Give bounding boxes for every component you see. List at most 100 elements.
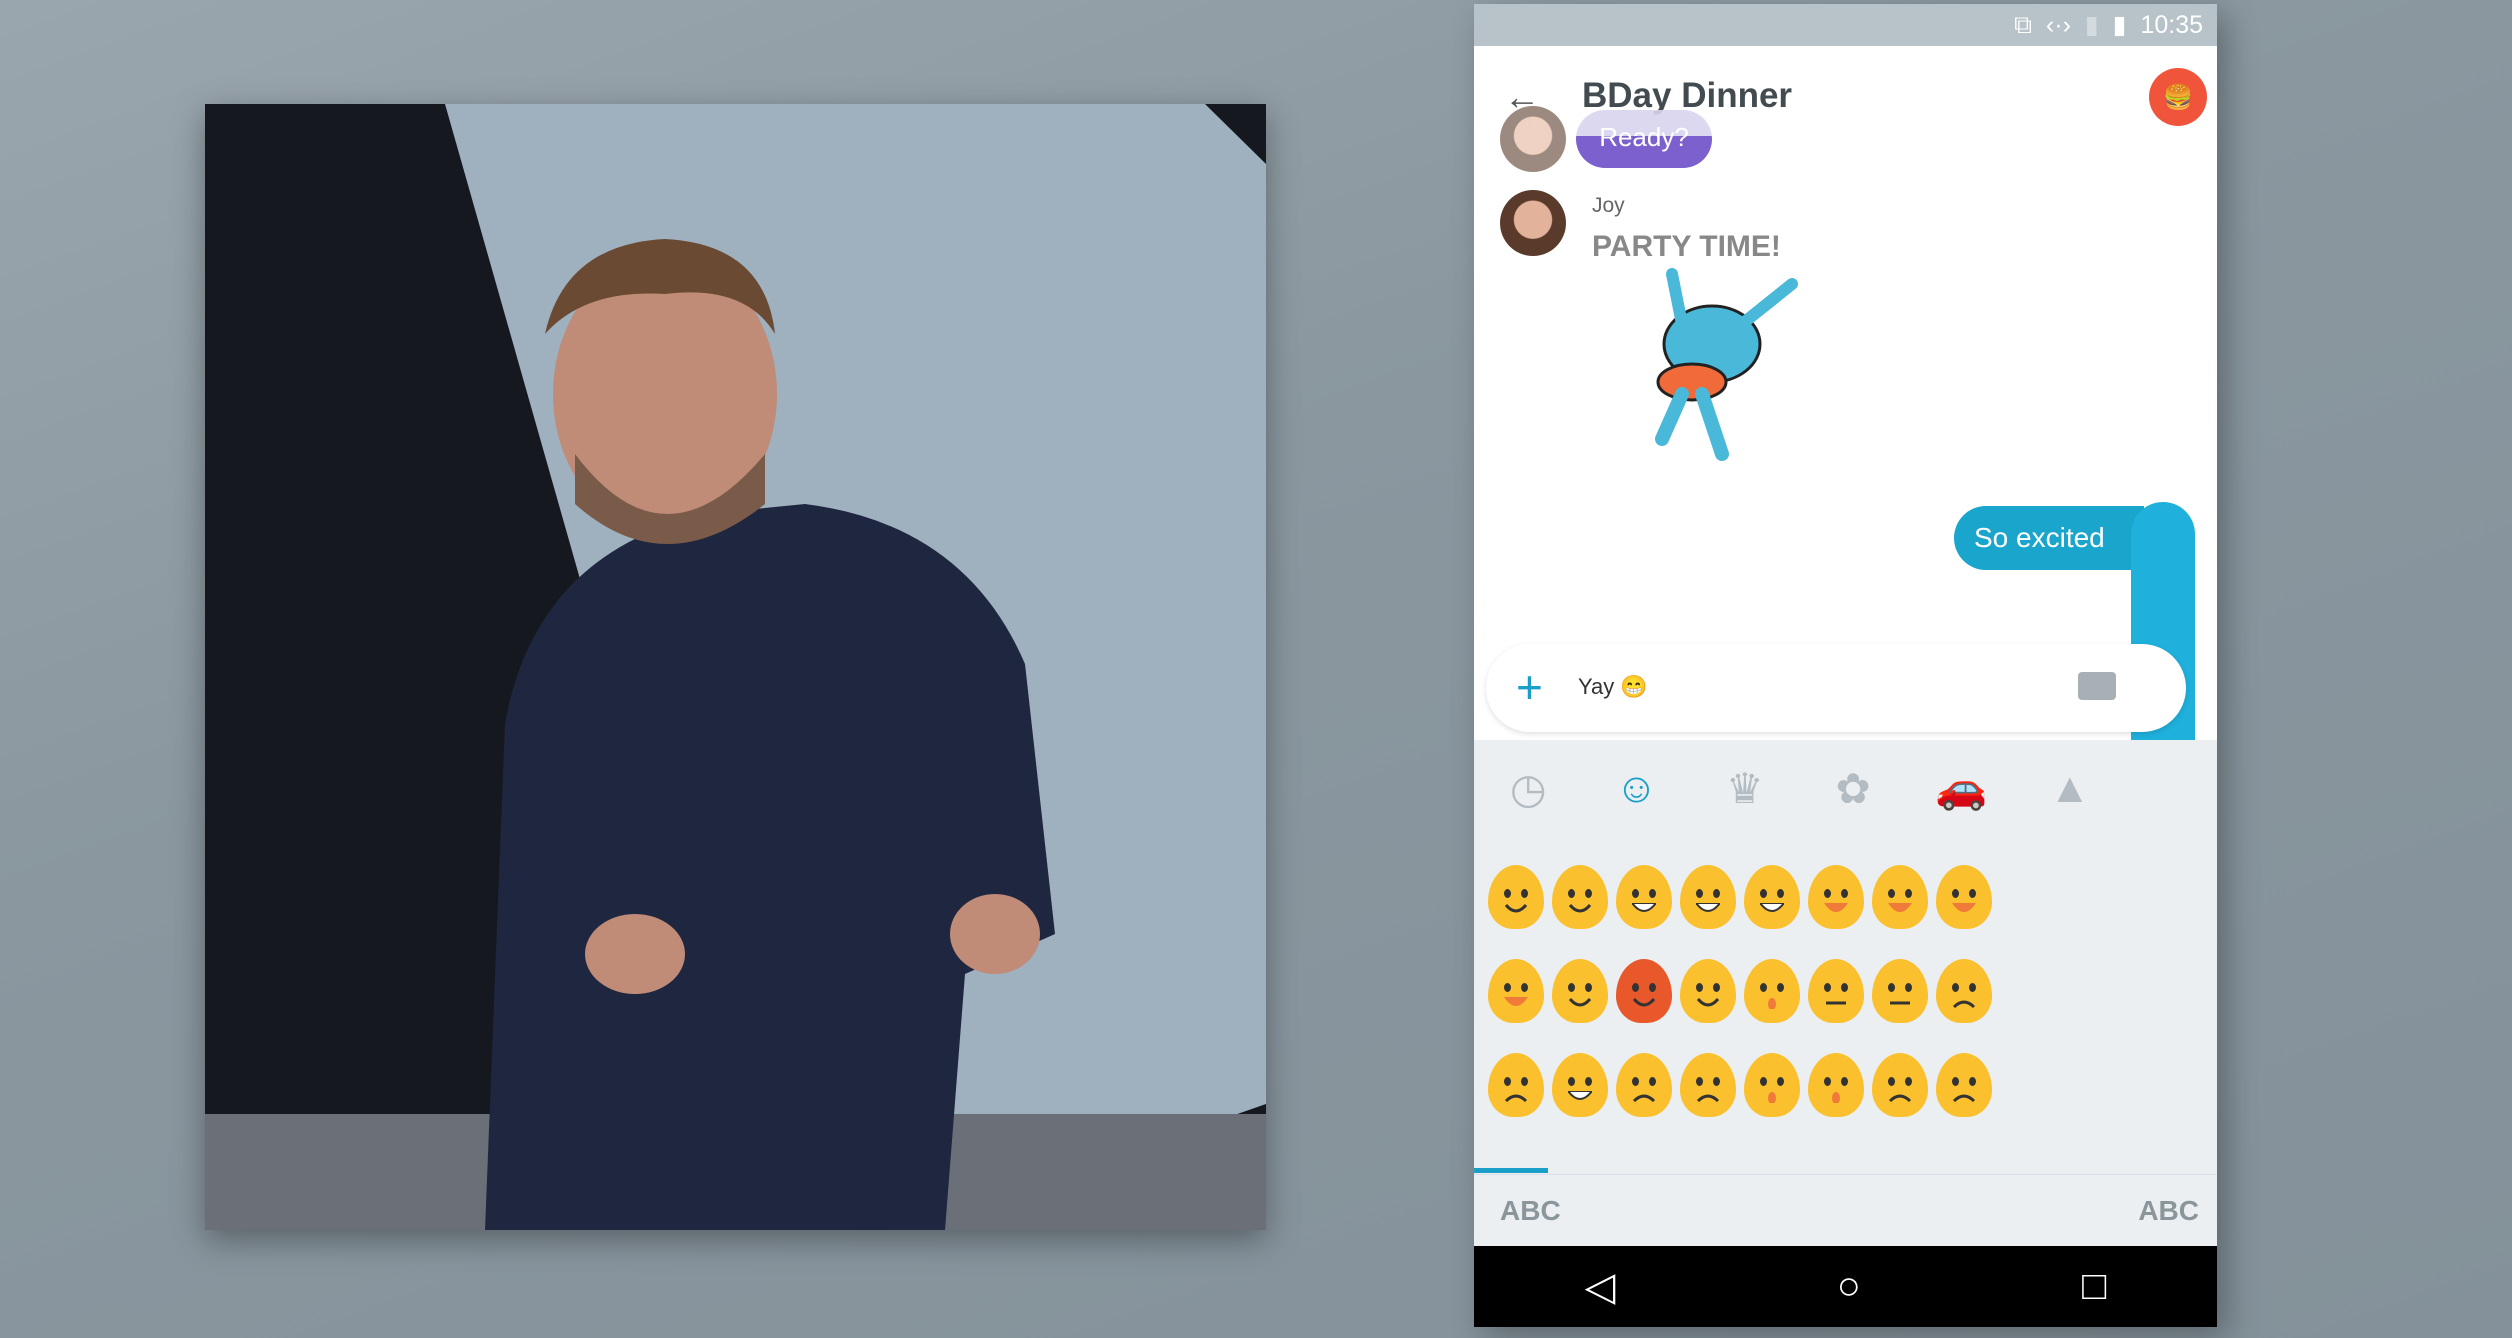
emoji-hushed[interactable] xyxy=(1744,959,1800,1023)
sticker-text: PARTY TIME! xyxy=(1592,230,1781,263)
car-icon[interactable]: 🚗 xyxy=(1931,764,1991,813)
triangle-icon[interactable]: ▲ xyxy=(2040,764,2100,812)
emoji-eye xyxy=(1905,889,1912,898)
emoji-smile[interactable] xyxy=(1488,865,1544,929)
emoji-eye xyxy=(1824,1077,1831,1086)
emoji-mouth xyxy=(1952,1094,1976,1103)
emoji-mouth xyxy=(1768,998,1776,1009)
emoji-innocent[interactable] xyxy=(1552,959,1608,1023)
emoji-eye xyxy=(1777,889,1784,898)
emoji-mouth xyxy=(1696,903,1720,912)
group-avatar[interactable]: 🍔 xyxy=(2149,68,2207,126)
keyboard-bottom-row: ABC ABC xyxy=(1474,1174,2217,1246)
emoji-worried[interactable] xyxy=(1936,959,1992,1023)
abc-button-right[interactable]: ABC xyxy=(2138,1195,2199,1227)
emoji-eye xyxy=(1632,1077,1639,1086)
emoji-category-tabs: ◷ ☺ ♛ ✿ 🚗 ▲ xyxy=(1474,740,2124,836)
emoji-eye xyxy=(1568,1077,1575,1086)
emoji-eye xyxy=(1824,983,1831,992)
emoji-grin[interactable] xyxy=(1616,865,1672,929)
emoji-eye xyxy=(1777,1077,1784,1086)
plus-icon[interactable]: + xyxy=(1516,660,1543,714)
emoji-persevere[interactable] xyxy=(1872,1053,1928,1117)
sender-name: Joy xyxy=(1592,194,1625,217)
emoji-eye xyxy=(1841,889,1848,898)
emoji-eye xyxy=(1713,983,1720,992)
nav-back-icon[interactable]: ◁ xyxy=(1585,1264,1616,1310)
emoji-smiley[interactable] xyxy=(1808,865,1864,929)
phone-screen: ⧉ ‹·› ▮ ▮ 10:35 ← BDay Dinner 🍔 Ready? J… xyxy=(1474,4,2217,1327)
emoji-mouth xyxy=(1952,1000,1976,1009)
emoji-eye xyxy=(1649,889,1656,898)
no-sim-icon: ▮ xyxy=(2084,11,2099,39)
emoji-neutral[interactable] xyxy=(1808,959,1864,1023)
emoji-mouth xyxy=(1890,1001,1910,1005)
emoji-eye xyxy=(1888,983,1895,992)
emoji-eye xyxy=(1568,983,1575,992)
clock-time: 10:35 xyxy=(2140,10,2203,39)
emoji-sleepy[interactable] xyxy=(1744,1053,1800,1117)
emoji-sweat-smile[interactable] xyxy=(1936,865,1992,929)
abc-button-left[interactable]: ABC xyxy=(1500,1195,1561,1227)
emoji-open-mouth[interactable] xyxy=(1808,1053,1864,1117)
emoji-wink[interactable] xyxy=(1680,959,1736,1023)
emoji-angry[interactable] xyxy=(1488,1053,1544,1117)
emoji-mouth xyxy=(1568,1091,1592,1100)
emoji-smiling-imp[interactable] xyxy=(1616,959,1672,1023)
emoji-eye xyxy=(1777,983,1784,992)
emoji-eye xyxy=(1905,983,1912,992)
emoji-mouth xyxy=(1568,903,1592,913)
status-bar: ⧉ ‹·› ▮ ▮ 10:35 xyxy=(1474,4,2217,46)
emoji-eye xyxy=(1632,889,1639,898)
emoji-eye xyxy=(1969,1077,1976,1086)
emoji-blush[interactable] xyxy=(1552,865,1608,929)
emoji-eye xyxy=(1824,889,1831,898)
nav-recents-icon[interactable]: □ xyxy=(2082,1264,2106,1309)
emoji-eye xyxy=(1969,983,1976,992)
emoji-smile-open[interactable] xyxy=(1872,865,1928,929)
emoji-eye xyxy=(1696,889,1703,898)
emoji-eye xyxy=(1905,1077,1912,1086)
nav-home-icon[interactable]: ○ xyxy=(1837,1264,1861,1309)
emoji-eye xyxy=(1888,889,1895,898)
emoji-eye xyxy=(1585,983,1592,992)
emoji-eye xyxy=(1952,889,1959,898)
emoji-eye xyxy=(1521,1077,1528,1086)
emoji-joy[interactable] xyxy=(1744,865,1800,929)
emoji-eye xyxy=(1969,889,1976,898)
emoji-mouth xyxy=(1696,1094,1720,1103)
emoji-disappointed-relieved[interactable] xyxy=(1680,1053,1736,1117)
flower-icon[interactable]: ✿ xyxy=(1823,764,1883,813)
emoji-eye xyxy=(1521,889,1528,898)
emoji-eye xyxy=(1952,983,1959,992)
compose-input[interactable]: Yay 😁 xyxy=(1578,674,1648,700)
avatar[interactable] xyxy=(1500,106,1566,172)
emoji-pouting[interactable] xyxy=(1616,1053,1672,1117)
page-indicator xyxy=(1474,1168,1548,1173)
data-sync-icon: ‹·› xyxy=(2045,10,2071,39)
emoji-eye xyxy=(1521,983,1528,992)
emoji-triumph[interactable] xyxy=(1936,1053,1992,1117)
keyboard-icon[interactable] xyxy=(2078,672,2116,700)
emoji-mouth xyxy=(1632,903,1656,912)
avatar-joy[interactable] xyxy=(1500,190,1566,256)
emoji-expressionless[interactable] xyxy=(1872,959,1928,1023)
emoji-grin-squint[interactable] xyxy=(1680,865,1736,929)
emoji-mouth xyxy=(1632,997,1656,1007)
emoji-mouth xyxy=(1504,997,1528,1006)
emoji-grimacing[interactable] xyxy=(1552,1053,1608,1117)
crown-icon[interactable]: ♛ xyxy=(1715,764,1775,813)
emoji-keyboard: ◷ ☺ ♛ ✿ 🚗 ▲ ABC ABC xyxy=(1474,740,2217,1246)
emoji-mouth xyxy=(1826,1001,1846,1005)
emoji-eye xyxy=(1696,983,1703,992)
emoji-eye xyxy=(1713,1077,1720,1086)
emoji-mouth xyxy=(1760,903,1784,912)
emoji-laughing[interactable] xyxy=(1488,959,1544,1023)
navigation-bar: ◁ ○ □ xyxy=(1474,1246,2217,1327)
emoji-grid xyxy=(1484,865,1996,1117)
compose-field[interactable]: + Yay 😁 xyxy=(1486,644,2186,732)
emoji-mouth xyxy=(1768,1092,1776,1103)
smiley-icon[interactable]: ☺ xyxy=(1606,764,1666,812)
clock-icon[interactable]: ◷ xyxy=(1498,764,1558,813)
emoji-eye xyxy=(1760,889,1767,898)
